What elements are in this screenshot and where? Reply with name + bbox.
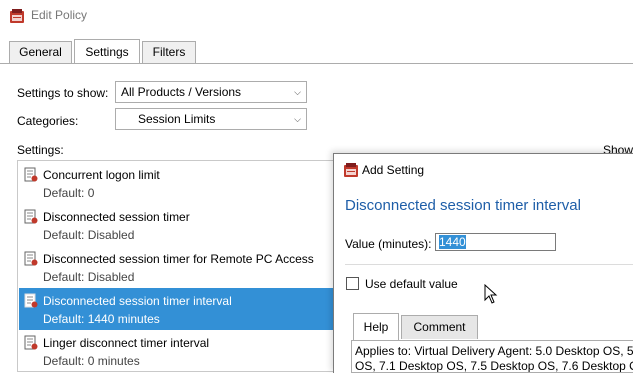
setting-default: Default: 1440 minutes: [43, 312, 160, 326]
window-title: Edit Policy: [31, 8, 88, 22]
policy-app-icon: [344, 163, 358, 177]
tab-comment[interactable]: Comment: [401, 315, 478, 339]
divider: [345, 264, 633, 265]
help-line: Applies to: Virtual Delivery Agent: 5.0 …: [355, 344, 633, 358]
setting-icon: [24, 293, 38, 308]
list-item[interactable]: Concurrent logon limit Default: 0: [19, 162, 333, 204]
setting-default: Default: 0: [43, 186, 95, 200]
categories-value: Session Limits: [138, 112, 216, 126]
policy-app-icon: [10, 9, 24, 23]
use-default-label[interactable]: Use default value: [365, 277, 458, 291]
list-item-selected[interactable]: Disconnected session timer interval Defa…: [19, 288, 333, 330]
setting-icon: [24, 335, 38, 350]
setting-icon: [24, 209, 38, 224]
add-setting-dialog: Add Setting Disconnected session timer i…: [333, 153, 633, 373]
setting-name: Disconnected session timer interval: [43, 294, 232, 308]
setting-icon: [24, 251, 38, 266]
dialog-heading: Disconnected session timer interval: [345, 197, 581, 214]
tab-bar: General Settings Filters: [0, 32, 633, 64]
setting-name: Disconnected session timer: [43, 210, 190, 224]
settings-to-show-value: All Products / Versions: [121, 85, 242, 99]
list-item[interactable]: Linger disconnect timer interval Default…: [19, 330, 333, 371]
help-line: OS, 7.1 Desktop OS, 7.5 Desktop OS, 7.6 …: [355, 359, 633, 373]
chevron-down-icon: ⌵: [294, 87, 301, 97]
value-label: Value (minutes):: [345, 237, 432, 251]
value-input[interactable]: 1440: [435, 233, 556, 251]
list-item[interactable]: Disconnected session timer for Remote PC…: [19, 246, 333, 288]
setting-name: Linger disconnect timer interval: [43, 336, 210, 350]
settings-list[interactable]: Concurrent logon limit Default: 0 Discon…: [17, 160, 333, 372]
setting-default: Default: 0 minutes: [43, 354, 140, 368]
list-item[interactable]: Disconnected session timer Default: Disa…: [19, 204, 333, 246]
setting-name: Concurrent logon limit: [43, 168, 160, 182]
tab-filters[interactable]: Filters: [142, 41, 196, 63]
settings-to-show-label: Settings to show:: [17, 86, 109, 100]
dialog-title: Add Setting: [362, 163, 425, 177]
setting-name: Disconnected session timer for Remote PC…: [43, 252, 314, 266]
settings-to-show-dropdown[interactable]: All Products / Versions ⌵: [115, 81, 307, 103]
settings-label: Settings:: [17, 143, 64, 157]
tab-general[interactable]: General: [9, 41, 72, 63]
setting-default: Default: Disabled: [43, 228, 135, 242]
tab-help[interactable]: Help: [353, 313, 399, 340]
setting-icon: [24, 167, 38, 182]
chevron-down-icon: ⌵: [294, 114, 301, 124]
use-default-checkbox[interactable]: [346, 277, 359, 290]
value-text: 1440: [439, 235, 466, 249]
categories-dropdown[interactable]: Session Limits ⌵: [115, 108, 307, 130]
help-text-box: Applies to: Virtual Delivery Agent: 5.0 …: [351, 340, 633, 373]
tab-settings[interactable]: Settings: [74, 39, 140, 64]
title-bar: Edit Policy: [0, 0, 633, 32]
setting-default: Default: Disabled: [43, 270, 135, 284]
categories-label: Categories:: [17, 114, 79, 128]
mouse-cursor-icon: [484, 284, 498, 304]
